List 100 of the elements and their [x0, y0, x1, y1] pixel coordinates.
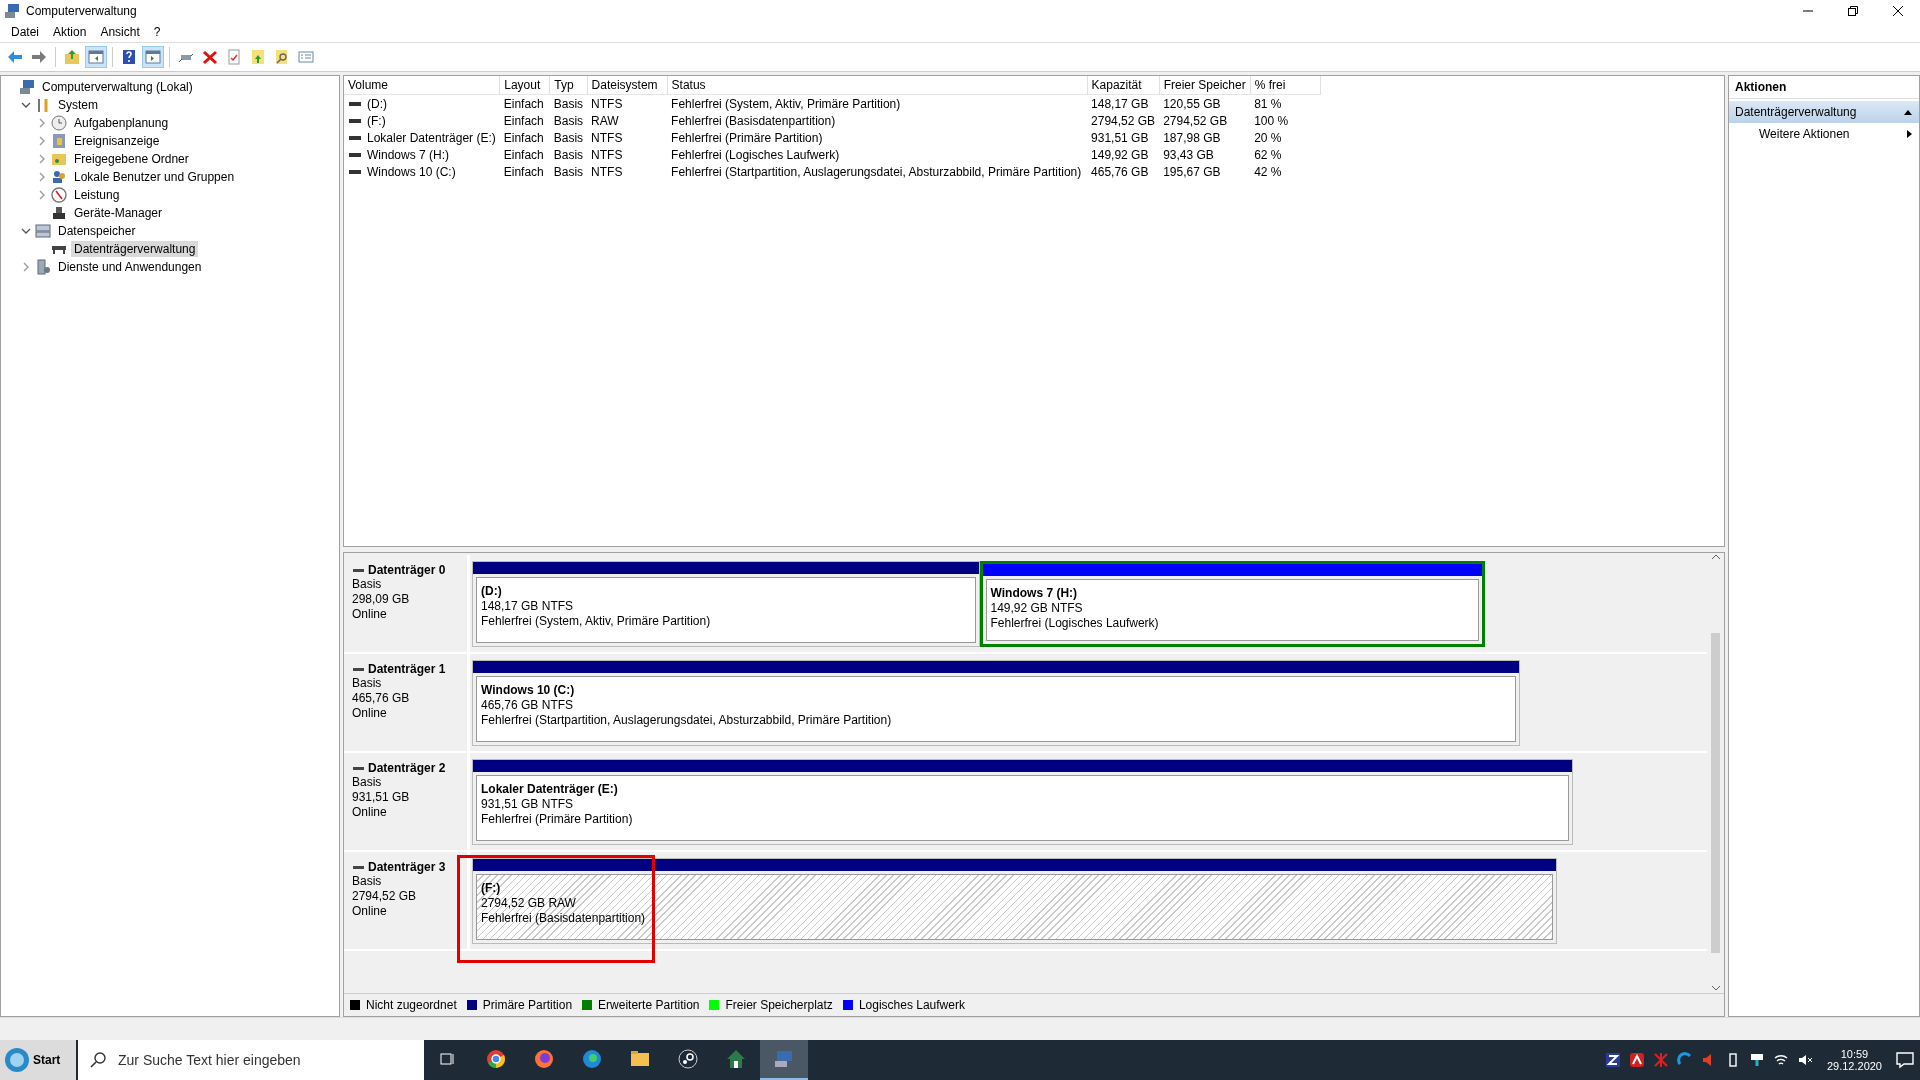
expand-caret-icon[interactable]	[37, 136, 47, 146]
expand-caret-icon[interactable]	[37, 154, 47, 164]
partition-size: 931,51 GB NTFS	[481, 797, 575, 812]
partition-name: (D:)	[481, 584, 503, 599]
browser-icon	[486, 1049, 506, 1069]
action-item[interactable]: Weitere Aktionen	[1729, 123, 1919, 145]
expand-caret-icon[interactable]	[37, 172, 47, 182]
tree-item[interactable]: Freigegebene Ordner	[71, 151, 192, 167]
expand-caret-icon[interactable]	[37, 118, 47, 128]
partition-status: Fehlerfrei (System, Aktiv, Primäre Partition)	[481, 614, 712, 629]
actions-header: Aktionen	[1729, 76, 1919, 99]
partition-block[interactable]: Windows 7 (H:) 149,92 GB NTFS Fehlerfrei (Logisches Laufwerk)	[979, 561, 1485, 647]
disk-size: 2794,52 GB	[352, 889, 418, 904]
search-field[interactable]: Zur Suche Text hier eingeben	[116, 1051, 424, 1069]
table-cell: 2794,52 GB	[1091, 113, 1156, 128]
disk-drive-icon	[352, 863, 364, 871]
disk-name: Datenträger 1	[368, 662, 446, 676]
table-cell: Basis	[553, 96, 584, 111]
partition-status: Fehlerfrei (Startpartition, Auslagerungsdatei, Absturzabbild, Primäre Partition)	[481, 713, 893, 728]
clock-date[interactable]: 29.12.2020	[1826, 1060, 1882, 1072]
column-header[interactable]: Status	[667, 76, 1088, 95]
folder-icon	[51, 151, 67, 167]
partition-status: Fehlerfrei (Logisches Laufwerk)	[990, 616, 1160, 631]
tree-item[interactable]: Computerverwaltung (Lokal)	[39, 79, 196, 95]
disk-name: Datenträger 0	[368, 563, 446, 577]
legend-label: Erweiterte Partition	[598, 998, 700, 1012]
column-header[interactable]: Layout	[499, 76, 550, 95]
table-cell: Basis	[553, 147, 584, 162]
window-title: Computerverwaltung	[26, 4, 137, 18]
tree-item[interactable]: Aufgabenplanung	[71, 115, 172, 131]
help-icon	[121, 49, 137, 65]
tree-item[interactable]: Lokale Benutzer und Gruppen	[71, 169, 238, 185]
menu-item[interactable]: Datei	[4, 23, 46, 41]
computer-icon	[4, 3, 20, 19]
table-cell: 148,17 GB	[1091, 96, 1149, 111]
expand-caret-icon[interactable]	[21, 262, 31, 272]
folder-up-icon	[64, 49, 80, 65]
disk-type: Basis	[352, 676, 383, 691]
table-cell: 931,51 GB	[1091, 130, 1149, 145]
partition-size: 2794,52 GB RAW	[481, 896, 577, 911]
tree-item[interactable]: Leistung	[71, 187, 123, 203]
menu-item[interactable]: ?	[146, 23, 168, 41]
clock-time[interactable]: 10:59	[1840, 1048, 1869, 1060]
menu-item[interactable]: Aktion	[46, 23, 94, 41]
house-icon	[726, 1049, 746, 1069]
table-cell: 62 %	[1254, 147, 1282, 162]
column-header[interactable]: Freier Speicher	[1159, 76, 1251, 95]
delete-icon	[202, 49, 218, 65]
column-header[interactable]: Volume	[344, 76, 500, 95]
pane-icon	[88, 49, 104, 65]
partition-block[interactable]: Lokaler Datenträger (E:) 931,51 GB NTFS Fehlerfrei (Primäre Partition)	[472, 759, 1574, 845]
disk-type: Basis	[352, 874, 383, 889]
expand-caret-icon[interactable]	[37, 190, 47, 200]
task-view-icon	[439, 1051, 457, 1067]
disk-status: Online	[352, 706, 388, 721]
legend-label: Primäre Partition	[482, 998, 573, 1012]
search-box[interactable]: Zur Suche Text hier eingeben	[78, 1040, 424, 1080]
table-cell: (F:)	[367, 113, 386, 128]
toolbar-button[interactable]	[85, 46, 107, 68]
column-header[interactable]: % frei	[1250, 76, 1321, 95]
list-icon	[298, 49, 314, 65]
column-header[interactable]: Dateisystem	[587, 76, 668, 95]
partition-block[interactable]: (F:) 2794,52 GB RAW Fehlerfrei (Basisdatenpartition)	[472, 858, 1557, 944]
table-cell: Einfach	[503, 130, 544, 145]
column-header[interactable]: Kapazität	[1087, 76, 1160, 95]
disk-type: Basis	[352, 775, 383, 790]
collapse-caret-icon[interactable]	[21, 226, 31, 236]
partition-block[interactable]: Windows 10 (C:) 465,76 GB NTFS Fehlerfrei (Startpartition, Auslagerungsdatei, Absturzabbild, Primäre Partition)	[472, 660, 1520, 746]
actions-section[interactable]: Datenträgerverwaltung	[1729, 101, 1919, 123]
scrollbar-thumb[interactable]	[1711, 633, 1720, 953]
table-cell: 465,76 GB	[1091, 164, 1149, 179]
tree-item[interactable]: Datenspeicher	[55, 223, 139, 239]
table-cell: 20 %	[1254, 130, 1282, 145]
restore-icon	[1847, 6, 1858, 16]
clock-icon	[51, 115, 67, 131]
partition-size: 465,76 GB NTFS	[481, 698, 575, 713]
partition-block[interactable]: (D:) 148,17 GB NTFS Fehlerfrei (System, Aktiv, Primäre Partition)	[472, 561, 980, 647]
table-cell: (D:)	[367, 96, 387, 111]
toolbar-button[interactable]	[142, 46, 164, 68]
column-header[interactable]: Typ	[549, 76, 588, 95]
legend-label: Nicht zugeordnet	[366, 998, 457, 1012]
tree-item[interactable]: Geräte-Manager	[71, 205, 166, 221]
table-cell: NTFS	[591, 147, 623, 162]
forward-arrow-icon	[31, 49, 47, 65]
tree-item[interactable]: System	[55, 97, 101, 113]
disk-status: Online	[352, 904, 388, 919]
tree-item[interactable]: Datenträgerverwaltung	[71, 241, 199, 257]
disk-type: Basis	[352, 577, 383, 592]
menu-item[interactable]: Ansicht	[93, 23, 147, 41]
table-cell: 187,98 GB	[1163, 130, 1221, 145]
close-icon	[1892, 6, 1903, 16]
table-cell: Lokaler Datenträger (E:)	[367, 130, 496, 145]
table-cell: 195,67 GB	[1163, 164, 1221, 179]
tree-item[interactable]: Ereignisanzeige	[71, 133, 163, 149]
tree-item[interactable]: Dienste und Anwendungen	[55, 259, 205, 275]
collapse-caret-icon[interactable]	[21, 100, 31, 110]
services-icon	[35, 259, 51, 275]
partition-size: 149,92 GB NTFS	[990, 601, 1084, 616]
partition-status: Fehlerfrei (Primäre Partition)	[481, 812, 634, 827]
start-button[interactable]: Start	[0, 1040, 76, 1080]
